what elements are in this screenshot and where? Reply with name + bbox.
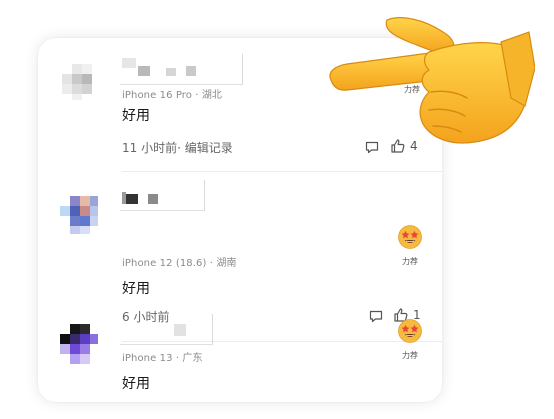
avatar[interactable]	[60, 60, 100, 100]
redacted-username[interactable]	[120, 54, 243, 85]
recommend-badge: 力荐	[390, 224, 430, 267]
comment-body: 好用	[122, 281, 150, 297]
comment-body: 好用	[122, 108, 150, 124]
star-struck-emoji-icon	[398, 225, 422, 249]
pointing-hand-emoji-icon	[329, 17, 535, 144]
avatar[interactable]	[60, 196, 100, 236]
redacted-username[interactable]	[120, 314, 213, 345]
star-struck-emoji-icon	[398, 319, 422, 343]
device-location: iPhone 12 (18.6) · 湖南	[122, 258, 237, 269]
device-location: iPhone 16 Pro · 湖北	[122, 90, 223, 101]
comment-item: iPhone 13 · 广东 好用 力荐	[38, 308, 442, 402]
avatar[interactable]	[60, 324, 100, 364]
comment-item: iPhone 12 (18.6) · 湖南 好用 1 6 小时前 力荐	[38, 172, 442, 342]
comment-time[interactable]: 11 小时前· 编辑记录	[122, 139, 233, 156]
recommend-label: 力荐	[402, 351, 418, 360]
recommend-label: 力荐	[402, 257, 418, 266]
device-location: iPhone 13 · 广东	[122, 353, 203, 364]
comment-body: 好用	[122, 376, 150, 392]
screenshot-stage: iPhone 16 Pro · 湖北 好用 11 小时前· 编辑记录 4 力荐	[0, 0, 554, 419]
redacted-username[interactable]	[120, 180, 205, 211]
recommend-badge: 力荐	[390, 318, 430, 361]
